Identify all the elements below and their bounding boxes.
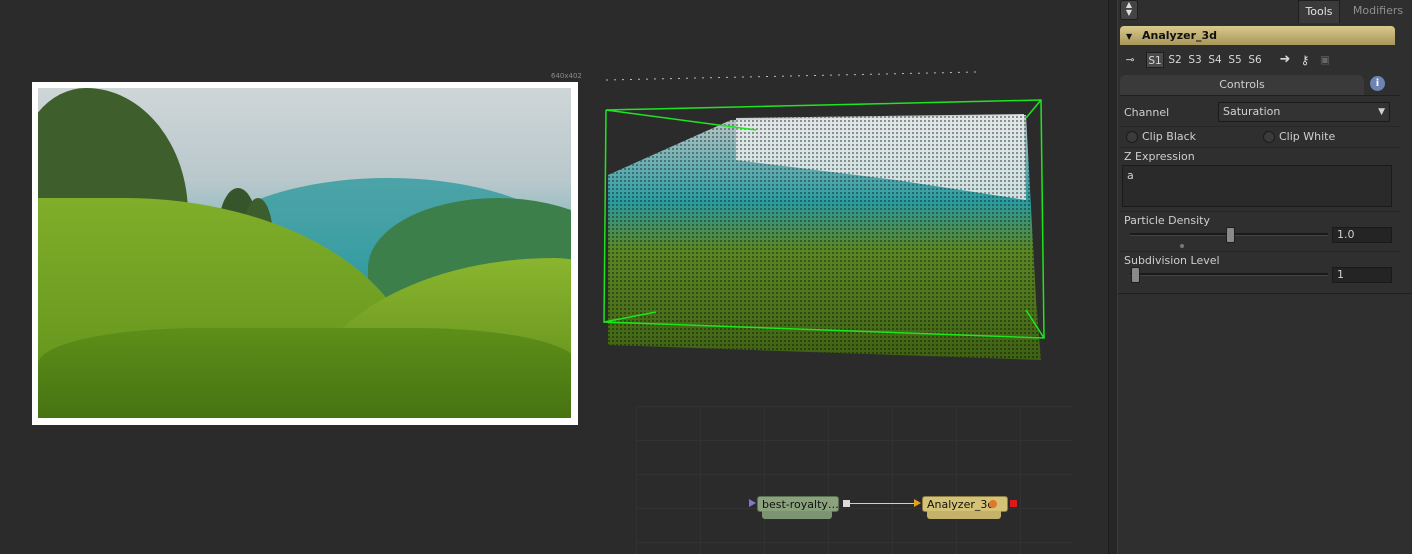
loader-node-footer <box>762 511 832 519</box>
loader-node-label: best-royalty… <box>762 498 839 511</box>
slider-default-dot-icon <box>1180 244 1184 248</box>
particle-density-label: Particle Density <box>1124 214 1210 227</box>
controls-divider <box>1120 95 1400 96</box>
analyzer-node-footer <box>927 511 1001 519</box>
clip-black-checkbox[interactable] <box>1126 131 1138 143</box>
subtool-s4[interactable]: S4 <box>1206 52 1224 68</box>
particle-density-slider[interactable] <box>1226 227 1235 243</box>
collapse-triangle-icon[interactable]: ▼ <box>1126 27 1132 46</box>
panel-splitter[interactable] <box>1108 0 1118 554</box>
tab-modifiers[interactable]: Modifiers <box>1350 0 1406 22</box>
z-expression-label: Z Expression <box>1124 150 1195 163</box>
panel-scroll-icon[interactable]: ▲ ▼ <box>1120 0 1138 20</box>
save-icon[interactable]: ▣ <box>1316 52 1334 68</box>
loader-node[interactable]: best-royalty… <box>757 496 839 512</box>
input-triangle-icon <box>914 499 921 507</box>
particle-cloud-view <box>603 71 1045 360</box>
key-icon[interactable]: ⚷ <box>1296 52 1314 68</box>
info-icon[interactable]: i <box>1370 76 1385 91</box>
clip-white-label: Clip White <box>1279 130 1336 143</box>
channel-select[interactable]: Saturation ▼ <box>1218 102 1390 122</box>
analyzer-node-label: Analyzer_3d <box>927 498 995 511</box>
sl-row-divider <box>1120 251 1400 252</box>
subdivision-level-slider[interactable] <box>1131 267 1140 283</box>
viewer-3d[interactable] <box>596 0 1116 400</box>
viewer-2d[interactable]: 640x402 <box>0 0 596 554</box>
settings-badge-icon <box>989 500 997 508</box>
channel-label: Channel <box>1124 106 1170 119</box>
image-frame <box>32 82 578 425</box>
subtool-s5[interactable]: S5 <box>1226 52 1244 68</box>
subtool-s3[interactable]: S3 <box>1186 52 1204 68</box>
subtool-s1[interactable]: S1 <box>1146 52 1164 68</box>
landscape-image <box>38 88 571 418</box>
clip-black-label: Clip Black <box>1142 130 1197 143</box>
pin-icon[interactable]: ⊸ <box>1122 52 1138 68</box>
tool-name: Analyzer_3d <box>1142 29 1218 42</box>
subdivision-level-track[interactable] <box>1130 273 1328 276</box>
tools-panel: ▲ ▼ Tools Modifiers ▼ Analyzer_3d ⊸ S1 S2… <box>1118 0 1412 554</box>
subtool-s2[interactable]: S2 <box>1166 52 1184 68</box>
clip-white-checkbox[interactable] <box>1263 131 1275 143</box>
subtool-s6[interactable]: S6 <box>1246 52 1264 68</box>
z-row-divider <box>1120 147 1400 148</box>
tab-tools[interactable]: Tools <box>1298 0 1340 23</box>
particle-density-input[interactable]: 1.0 <box>1332 227 1392 243</box>
tool-header[interactable]: ▼ Analyzer_3d <box>1120 26 1395 45</box>
subdivision-level-label: Subdivision Level <box>1124 254 1220 267</box>
controls-bottom-divider <box>1118 293 1412 294</box>
output-square-icon[interactable] <box>843 500 850 507</box>
output-square-icon[interactable] <box>1010 500 1017 507</box>
input-triangle-icon <box>749 499 756 507</box>
tab-controls[interactable]: Controls <box>1120 75 1364 95</box>
flow-connection <box>848 503 914 504</box>
flow-view[interactable]: best-royalty… Analyzer_3d <box>596 400 1116 554</box>
flow-grid <box>636 406 1072 554</box>
subdivision-level-input[interactable]: 1 <box>1332 267 1392 283</box>
arrow-right-icon[interactable]: ➜ <box>1276 52 1294 68</box>
z-expression-field[interactable]: a <box>1122 165 1392 207</box>
chevron-down-icon: ▼ <box>1378 107 1385 117</box>
resolution-label: 640x402 <box>551 72 582 80</box>
clip-row-divider <box>1120 126 1400 127</box>
pd-row-divider <box>1120 211 1400 212</box>
